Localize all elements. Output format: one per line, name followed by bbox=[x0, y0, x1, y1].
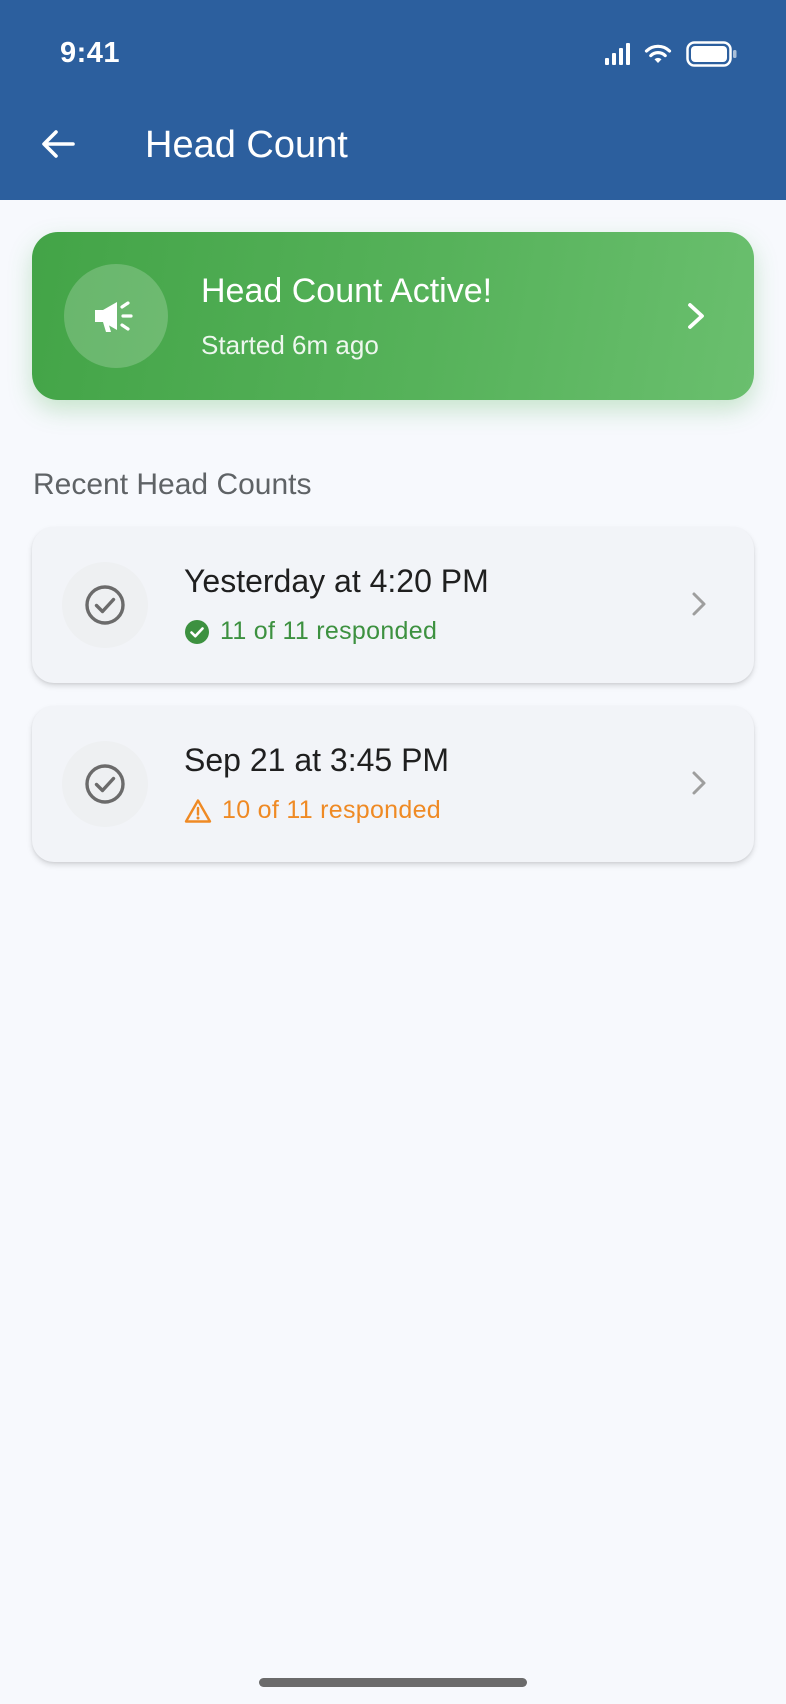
response-status: 10 of 11 responded bbox=[184, 796, 441, 825]
megaphone-icon bbox=[95, 301, 133, 332]
arrow-left-icon bbox=[42, 130, 75, 158]
warning-icon bbox=[184, 798, 212, 823]
home-indicator[interactable] bbox=[259, 1678, 527, 1687]
back-button[interactable] bbox=[36, 122, 80, 166]
app-header: 9:41 Head Count bbox=[0, 0, 786, 200]
response-status: 11 of 11 responded bbox=[184, 617, 437, 646]
page-title: Head Count bbox=[145, 124, 348, 166]
head-count-item[interactable]: Sep 21 at 3:45 PM 10 of 11 responded bbox=[32, 706, 754, 862]
check-circle-icon bbox=[185, 619, 209, 644]
check-circle-outline-icon bbox=[62, 562, 148, 648]
head-count-date: Yesterday at 4:20 PM bbox=[184, 563, 489, 599]
active-head-count-banner[interactable]: Head Count Active! Started 6m ago bbox=[32, 232, 754, 400]
banner-title: Head Count Active! bbox=[201, 272, 493, 310]
chevron-right-icon bbox=[688, 587, 710, 621]
status-icons bbox=[605, 41, 738, 67]
response-status-text: 11 of 11 responded bbox=[220, 617, 438, 645]
chevron-right-icon bbox=[682, 296, 710, 336]
banner-subtitle: Started 6m ago bbox=[201, 330, 379, 360]
check-circle-outline-icon bbox=[62, 741, 148, 827]
status-time: 9:41 bbox=[60, 37, 121, 69]
response-status-text: 10 of 11 responded bbox=[222, 796, 441, 824]
wifi-icon bbox=[644, 44, 672, 63]
battery-icon bbox=[686, 41, 737, 67]
head-count-date: Sep 21 at 3:45 PM bbox=[184, 742, 450, 778]
chevron-right-icon bbox=[688, 766, 710, 800]
signal-icon bbox=[605, 43, 630, 65]
recent-section-title: Recent Head Counts bbox=[33, 468, 312, 501]
head-count-item[interactable]: Yesterday at 4:20 PM 11 of 11 responded bbox=[32, 527, 754, 683]
megaphone-icon-circle bbox=[64, 264, 168, 368]
